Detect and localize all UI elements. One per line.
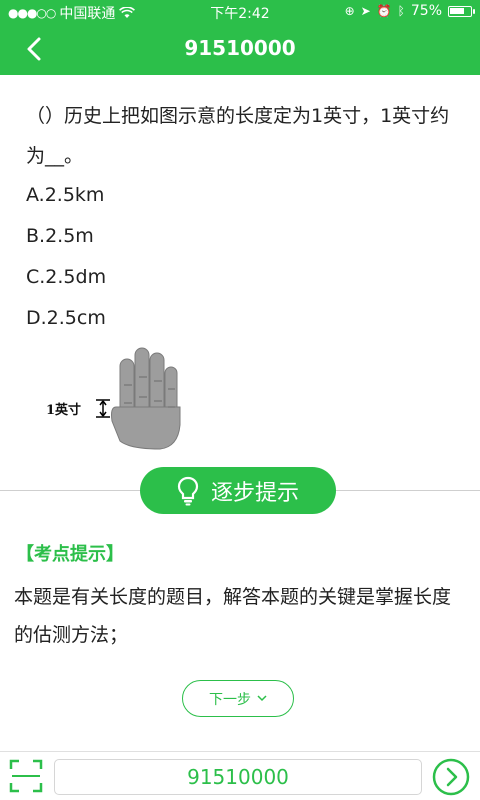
battery-fill	[450, 7, 464, 14]
lightbulb-icon	[177, 476, 199, 505]
hand-figure: 1英寸	[44, 345, 194, 455]
hint-text: 本题是有关长度的题目，解答本题的关键是掌握长度的估测方法；	[14, 586, 452, 646]
step-hint-button[interactable]: 逐步提示	[140, 467, 336, 514]
option-b: B.2.5m	[26, 225, 94, 247]
code-input[interactable]: 91510000	[54, 759, 422, 795]
alarm-icon: ⏰	[376, 4, 392, 18]
status-right: ⊕ ➤ ⏰ ᛒ 75%	[344, 3, 475, 19]
step-hint-label: 逐步提示	[210, 480, 299, 506]
nav-bar: 91510000	[0, 24, 480, 75]
status-bar: ●●●○○ 中国联通 下午2:42 ⊕ ➤ ⏰ ᛒ 75%	[0, 0, 480, 24]
go-arrow-icon[interactable]	[432, 758, 470, 796]
battery-icon	[448, 5, 475, 17]
next-step-label: 下一步	[209, 691, 251, 708]
bottom-bar: 91510000	[0, 751, 480, 800]
section-label: 【考点提示】	[16, 544, 124, 565]
option-d: D.2.5cm	[26, 307, 106, 329]
hand-illustration	[96, 347, 181, 450]
next-step-button[interactable]: 下一步	[182, 680, 294, 717]
scan-icon[interactable]	[8, 758, 44, 794]
location-icon: ➤	[360, 4, 371, 18]
option-c: C.2.5dm	[26, 266, 107, 288]
question-text: （）历史上把如图示意的长度定为1英寸，1英寸约为__。	[26, 105, 450, 167]
chevron-down-icon	[257, 695, 267, 702]
rotation-lock-icon: ⊕	[344, 4, 355, 18]
bluetooth-icon: ᛒ	[397, 4, 405, 18]
option-a: A.2.5km	[26, 184, 105, 206]
battery-percent: 75%	[410, 3, 442, 19]
page-title: 91510000	[184, 36, 296, 60]
